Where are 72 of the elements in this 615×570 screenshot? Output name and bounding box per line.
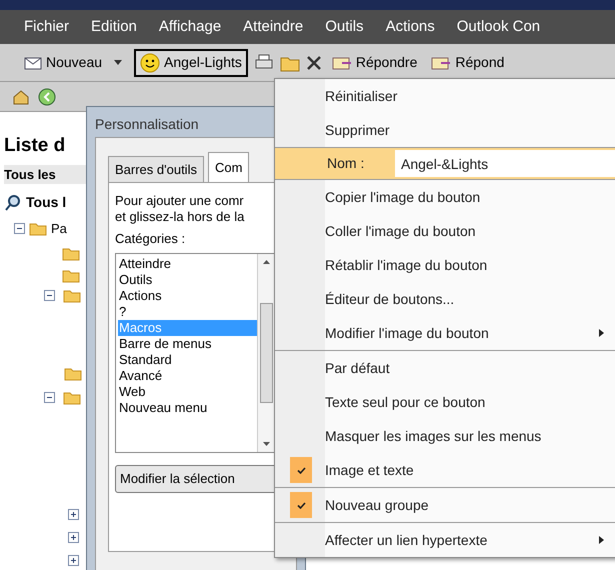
categories-label: Catégories : — [115, 230, 186, 248]
menu-item[interactable]: Atteindre — [243, 16, 304, 38]
menu-command[interactable]: Texte seul pour ce bouton — [275, 385, 615, 419]
envelope-icon — [332, 54, 352, 70]
mailbox-icon — [29, 222, 47, 236]
submenu-item[interactable]: Affecter un lien hypertexte — [275, 523, 615, 557]
home-icon[interactable] — [12, 88, 30, 106]
scroll-up-icon — [262, 260, 270, 264]
instruction-text: et glissez-la hors de la — [115, 209, 246, 225]
menu-command[interactable]: Nouveau groupe — [275, 488, 615, 522]
menu-command[interactable]: Éditeur de boutons... — [275, 282, 615, 316]
search-folder-label[interactable]: Tous l — [26, 192, 66, 213]
menu-command[interactable]: Supprimer — [275, 113, 615, 147]
category-item[interactable]: Barre de menus — [118, 336, 257, 352]
new-button[interactable]: Nouveau — [18, 48, 128, 76]
submenu-arrow-icon — [599, 329, 604, 337]
reply-button[interactable]: Répond — [427, 52, 508, 73]
check-icon — [296, 502, 306, 508]
menu-item[interactable]: Edition — [91, 16, 137, 38]
menu-item[interactable]: Actions — [386, 16, 435, 38]
collapse-icon[interactable] — [14, 223, 25, 234]
menu-command[interactable]: Coller l'image du bouton — [275, 214, 615, 248]
reply-button[interactable]: Répondre — [328, 52, 422, 73]
envelope-icon — [24, 54, 42, 70]
collapse-icon[interactable] — [44, 392, 55, 403]
category-item[interactable]: Standard — [118, 352, 257, 368]
name-input[interactable]: Angel-&Lights — [395, 150, 615, 177]
smiley-icon — [140, 52, 160, 72]
collapse-icon[interactable] — [44, 290, 55, 301]
expand-icon[interactable] — [68, 508, 79, 520]
folder-icon — [63, 288, 81, 302]
menu-command[interactable]: Rétablir l'image du bouton — [275, 248, 615, 282]
submenu-arrow-icon — [599, 536, 604, 544]
caret-icon — [114, 60, 122, 65]
menu-command[interactable]: Copier l'image du bouton — [275, 180, 615, 214]
tab[interactable]: Com — [208, 152, 250, 182]
scroll-down-icon — [262, 442, 270, 446]
printer-icon[interactable] — [254, 54, 274, 72]
dialog-title: Personnalisation — [95, 114, 200, 134]
envelope-icon — [431, 54, 452, 70]
category-item[interactable]: Avancé — [118, 368, 257, 384]
instruction-text: Pour ajouter une comr — [115, 193, 245, 209]
menu-item[interactable]: Outils — [325, 16, 364, 38]
back-icon[interactable] — [38, 88, 56, 106]
category-item[interactable]: Nouveau menu — [118, 400, 257, 416]
delete-icon[interactable] — [306, 54, 322, 70]
folder-icon — [63, 390, 81, 404]
menu-command[interactable]: Masquer les images sur les menus — [275, 419, 615, 453]
submenu-item[interactable]: Modifier l'image du bouton — [275, 316, 615, 350]
expand-icon[interactable] — [68, 554, 79, 566]
folder-icon — [64, 366, 82, 380]
toolbar-button[interactable]: Angel-Lights — [134, 48, 248, 76]
pane-title: Liste d — [4, 134, 66, 158]
category-item[interactable]: Actions — [118, 288, 257, 304]
category-item[interactable]: Atteindre — [118, 256, 257, 272]
folder-icon — [62, 246, 80, 260]
menu-item[interactable]: Affichage — [158, 16, 222, 38]
menu-item[interactable]: Fichier — [24, 16, 70, 38]
category-item[interactable]: ? — [118, 304, 257, 320]
category-item[interactable]: Web — [118, 384, 257, 400]
menu-item[interactable]: Outlook Con — [456, 16, 540, 38]
tree-item[interactable]: Pa — [51, 219, 67, 238]
name-label: Nom : — [326, 154, 366, 173]
search-icon[interactable] — [4, 194, 22, 212]
mail-folder-icon — [62, 268, 80, 282]
menu-command[interactable]: Par défaut — [275, 351, 615, 385]
scrollbar[interactable] — [257, 254, 274, 452]
check-icon — [296, 466, 306, 474]
expand-icon[interactable] — [68, 532, 79, 542]
category-item[interactable]: Outils — [118, 272, 257, 288]
tab[interactable]: Barres d'outils — [108, 156, 204, 182]
menu-command[interactable]: Réinitialiser — [275, 79, 615, 113]
